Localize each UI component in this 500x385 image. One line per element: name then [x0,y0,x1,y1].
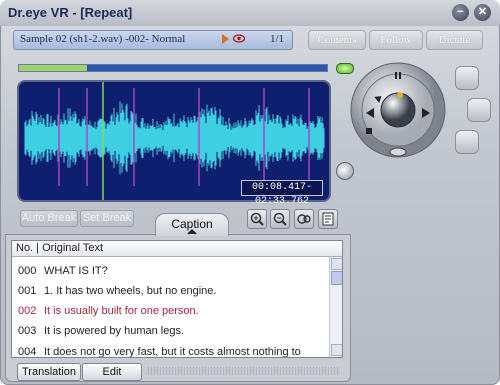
row-number: 000 [18,265,37,277]
file-info-bar: Sample 02 (sh1-2.wav) -002- Normal 1/1 [13,30,293,50]
contents-button[interactable]: Contents [308,30,366,50]
row-text: WHAT IS IT? [44,265,108,277]
tab-caption[interactable]: Caption [155,213,229,236]
row-text: It does not go very fast, but it costs a… [44,346,301,358]
scrollbar[interactable] [329,257,342,357]
playback-controller[interactable] [350,58,468,162]
caption-panel: No. | Original Text 000 WHAT IS IT? 001 1.… [5,234,351,382]
list-item[interactable]: 000 WHAT IS IT? [12,262,328,280]
minimize-icon[interactable]: − [452,4,469,21]
resize-grip[interactable] [148,367,338,375]
list-item[interactable]: 004 It does not go very fast, but it cost… [12,343,328,358]
page-indicator: 1/1 [269,33,284,45]
row-number: 004 [18,346,37,358]
auto-break-button[interactable]: Auto Break [20,210,78,227]
window-title: Dr.eye VR - [Repeat] [8,5,133,20]
follow-button[interactable]: Follow [369,30,423,50]
list-item[interactable]: 003 It is powered by human legs. [12,322,328,340]
play-icon[interactable] [222,34,229,44]
time-readout: 00:08.417-02:33.762 [241,180,323,207]
row-number: 002 [18,305,37,317]
caption-list[interactable]: No. | Original Text 000 WHAT IS IT? 001 1.… [11,240,343,358]
translation-button[interactable]: Translation [17,363,81,381]
row-number: 003 [18,325,37,337]
row-text: 1. It has two wheels, but no engine. [44,285,217,297]
edit-button[interactable]: Edit [82,363,142,381]
zoom-in-icon[interactable] [247,209,267,229]
set-break-button[interactable]: Set Break [80,210,134,227]
row-text: It is powered by human legs. [44,325,185,337]
playback-progress-bar[interactable] [18,64,328,72]
scroll-thumb[interactable] [331,271,342,285]
scroll-up-icon[interactable] [331,258,342,270]
row-text: It is usually built for one person. [44,305,199,317]
list-item-selected[interactable]: 002 It is usually built for one person. [12,302,328,320]
file-label: Sample 02 (sh1-2.wav) -002- Normal [20,33,186,45]
list-header: No. | Original Text [12,241,342,257]
zoom-out-icon[interactable] [270,209,290,229]
record-icon[interactable] [467,98,491,122]
settings-icon[interactable] [455,66,479,90]
app-window: Dr.eye VR - [Repeat] − ✕ Sample 02 (sh1-… [0,0,500,385]
dictate-button[interactable]: Dictate [426,30,483,50]
title-bar[interactable]: Dr.eye VR - [Repeat] − ✕ [0,0,500,26]
menu-icon[interactable] [336,162,354,180]
close-icon[interactable]: ✕ [474,4,491,21]
scroll-down-icon[interactable] [331,344,342,356]
caret-up-icon [187,229,197,234]
listen-icon[interactable] [294,209,314,229]
document-icon[interactable] [318,209,338,229]
row-number: 001 [18,285,37,297]
eye-icon[interactable] [233,34,245,43]
repeat-icon[interactable] [455,130,479,154]
waveform-path [24,101,325,175]
list-header-label: No. | Original Text [16,242,104,254]
progress-fill [19,65,87,71]
list-item[interactable]: 001 1. It has two wheels, but no engine. [12,282,328,300]
